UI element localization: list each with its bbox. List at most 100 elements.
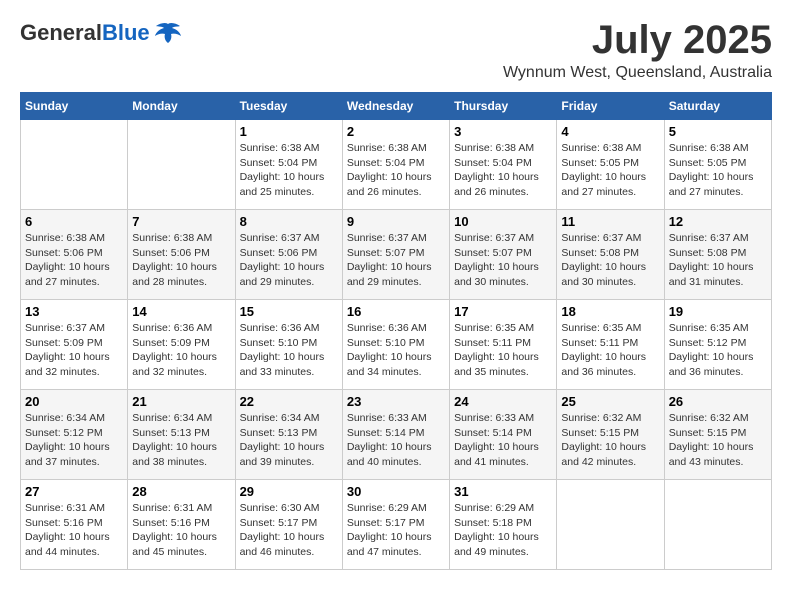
calendar-day-cell: 9 Sunrise: 6:37 AM Sunset: 5:07 PM Daylig… — [342, 210, 449, 300]
day-info: Sunrise: 6:32 AM Sunset: 5:15 PM Dayligh… — [561, 411, 659, 470]
calendar-day-cell: 21 Sunrise: 6:34 AM Sunset: 5:13 PM Dayli… — [128, 390, 235, 480]
calendar-day-cell: 17 Sunrise: 6:35 AM Sunset: 5:11 PM Dayli… — [450, 300, 557, 390]
day-info: Sunrise: 6:33 AM Sunset: 5:14 PM Dayligh… — [347, 411, 445, 470]
day-info: Sunrise: 6:29 AM Sunset: 5:17 PM Dayligh… — [347, 501, 445, 560]
day-info: Sunrise: 6:32 AM Sunset: 5:15 PM Dayligh… — [669, 411, 767, 470]
day-number: 15 — [240, 304, 338, 319]
calendar-day-cell — [128, 120, 235, 210]
day-number: 24 — [454, 394, 552, 409]
day-number: 26 — [669, 394, 767, 409]
day-number: 20 — [25, 394, 123, 409]
day-number: 10 — [454, 214, 552, 229]
calendar-day-cell: 16 Sunrise: 6:36 AM Sunset: 5:10 PM Dayli… — [342, 300, 449, 390]
day-number: 23 — [347, 394, 445, 409]
calendar-weekday-header: Tuesday — [235, 93, 342, 120]
day-number: 30 — [347, 484, 445, 499]
calendar-day-cell: 5 Sunrise: 6:38 AM Sunset: 5:05 PM Daylig… — [664, 120, 771, 210]
day-number: 29 — [240, 484, 338, 499]
calendar-day-cell: 3 Sunrise: 6:38 AM Sunset: 5:04 PM Daylig… — [450, 120, 557, 210]
day-number: 27 — [25, 484, 123, 499]
calendar-day-cell: 29 Sunrise: 6:30 AM Sunset: 5:17 PM Dayli… — [235, 480, 342, 570]
day-info: Sunrise: 6:37 AM Sunset: 5:08 PM Dayligh… — [561, 231, 659, 290]
day-info: Sunrise: 6:34 AM Sunset: 5:13 PM Dayligh… — [132, 411, 230, 470]
logo: GeneralBlue — [20, 20, 182, 46]
calendar-day-cell: 14 Sunrise: 6:36 AM Sunset: 5:09 PM Dayli… — [128, 300, 235, 390]
day-number: 28 — [132, 484, 230, 499]
day-info: Sunrise: 6:35 AM Sunset: 5:11 PM Dayligh… — [454, 321, 552, 380]
calendar-week-row: 13Sunrise: 6:37 AM Sunset: 5:09 PM Dayli… — [21, 300, 772, 390]
calendar-day-cell: 15 Sunrise: 6:36 AM Sunset: 5:10 PM Dayli… — [235, 300, 342, 390]
calendar-day-cell: 31 Sunrise: 6:29 AM Sunset: 5:18 PM Dayli… — [450, 480, 557, 570]
calendar-weekday-header: Friday — [557, 93, 664, 120]
day-info: Sunrise: 6:38 AM Sunset: 5:04 PM Dayligh… — [347, 141, 445, 200]
calendar-week-row: 6Sunrise: 6:38 AM Sunset: 5:06 PM Daylig… — [21, 210, 772, 300]
day-info: Sunrise: 6:38 AM Sunset: 5:06 PM Dayligh… — [25, 231, 123, 290]
day-info: Sunrise: 6:29 AM Sunset: 5:18 PM Dayligh… — [454, 501, 552, 560]
day-info: Sunrise: 6:38 AM Sunset: 5:05 PM Dayligh… — [561, 141, 659, 200]
day-info: Sunrise: 6:37 AM Sunset: 5:07 PM Dayligh… — [347, 231, 445, 290]
calendar-day-cell: 10Sunrise: 6:37 AM Sunset: 5:07 PM Dayli… — [450, 210, 557, 300]
month-year-title: July 2025 — [503, 20, 772, 60]
day-number: 25 — [561, 394, 659, 409]
day-number: 16 — [347, 304, 445, 319]
day-number: 14 — [132, 304, 230, 319]
day-info: Sunrise: 6:33 AM Sunset: 5:14 PM Dayligh… — [454, 411, 552, 470]
calendar-day-cell: 2 Sunrise: 6:38 AM Sunset: 5:04 PM Daylig… — [342, 120, 449, 210]
day-info: Sunrise: 6:31 AM Sunset: 5:16 PM Dayligh… — [132, 501, 230, 560]
day-info: Sunrise: 6:38 AM Sunset: 5:05 PM Dayligh… — [669, 141, 767, 200]
day-number: 1 — [240, 124, 338, 139]
logo-blue: Blue — [102, 20, 150, 45]
title-block: July 2025 Wynnum West, Queensland, Austr… — [503, 20, 772, 82]
day-info: Sunrise: 6:38 AM Sunset: 5:06 PM Dayligh… — [132, 231, 230, 290]
day-number: 21 — [132, 394, 230, 409]
page-header: GeneralBlue July 2025 Wynnum West, Queen… — [20, 20, 772, 82]
day-number: 8 — [240, 214, 338, 229]
calendar-weekday-header: Wednesday — [342, 93, 449, 120]
day-info: Sunrise: 6:38 AM Sunset: 5:04 PM Dayligh… — [240, 141, 338, 200]
calendar-day-cell: 19Sunrise: 6:35 AM Sunset: 5:12 PM Dayli… — [664, 300, 771, 390]
day-info: Sunrise: 6:35 AM Sunset: 5:12 PM Dayligh… — [669, 321, 767, 380]
calendar-week-row: 27 Sunrise: 6:31 AM Sunset: 5:16 PM Dayli… — [21, 480, 772, 570]
calendar-day-cell: 7Sunrise: 6:38 AM Sunset: 5:06 PM Daylig… — [128, 210, 235, 300]
calendar-weekday-header: Saturday — [664, 93, 771, 120]
day-info: Sunrise: 6:36 AM Sunset: 5:09 PM Dayligh… — [132, 321, 230, 380]
day-number: 31 — [454, 484, 552, 499]
day-info: Sunrise: 6:30 AM Sunset: 5:17 PM Dayligh… — [240, 501, 338, 560]
calendar-day-cell: 12Sunrise: 6:37 AM Sunset: 5:08 PM Dayli… — [664, 210, 771, 300]
calendar-day-cell — [664, 480, 771, 570]
calendar-day-cell: 22 Sunrise: 6:34 AM Sunset: 5:13 PM Dayli… — [235, 390, 342, 480]
calendar-day-cell: 27 Sunrise: 6:31 AM Sunset: 5:16 PM Dayli… — [21, 480, 128, 570]
calendar-day-cell: 30 Sunrise: 6:29 AM Sunset: 5:17 PM Dayli… — [342, 480, 449, 570]
day-number: 22 — [240, 394, 338, 409]
day-number: 9 — [347, 214, 445, 229]
day-info: Sunrise: 6:34 AM Sunset: 5:13 PM Dayligh… — [240, 411, 338, 470]
day-info: Sunrise: 6:31 AM Sunset: 5:16 PM Dayligh… — [25, 501, 123, 560]
day-number: 18 — [561, 304, 659, 319]
day-number: 2 — [347, 124, 445, 139]
calendar-weekday-header: Thursday — [450, 93, 557, 120]
location-subtitle: Wynnum West, Queensland, Australia — [503, 64, 772, 82]
calendar-day-cell: 8Sunrise: 6:37 AM Sunset: 5:06 PM Daylig… — [235, 210, 342, 300]
calendar-day-cell: 6Sunrise: 6:38 AM Sunset: 5:06 PM Daylig… — [21, 210, 128, 300]
day-number: 13 — [25, 304, 123, 319]
calendar-day-cell: 11Sunrise: 6:37 AM Sunset: 5:08 PM Dayli… — [557, 210, 664, 300]
calendar-header-row: SundayMondayTuesdayWednesdayThursdayFrid… — [21, 93, 772, 120]
calendar-day-cell — [557, 480, 664, 570]
calendar-day-cell: 18Sunrise: 6:35 AM Sunset: 5:11 PM Dayli… — [557, 300, 664, 390]
day-info: Sunrise: 6:37 AM Sunset: 5:08 PM Dayligh… — [669, 231, 767, 290]
day-info: Sunrise: 6:34 AM Sunset: 5:12 PM Dayligh… — [25, 411, 123, 470]
day-info: Sunrise: 6:36 AM Sunset: 5:10 PM Dayligh… — [347, 321, 445, 380]
calendar-day-cell: 24 Sunrise: 6:33 AM Sunset: 5:14 PM Dayli… — [450, 390, 557, 480]
day-info: Sunrise: 6:38 AM Sunset: 5:04 PM Dayligh… — [454, 141, 552, 200]
day-number: 4 — [561, 124, 659, 139]
calendar-table: SundayMondayTuesdayWednesdayThursdayFrid… — [20, 92, 772, 570]
day-number: 17 — [454, 304, 552, 319]
day-number: 3 — [454, 124, 552, 139]
day-info: Sunrise: 6:36 AM Sunset: 5:10 PM Dayligh… — [240, 321, 338, 380]
calendar-week-row: 1 Sunrise: 6:38 AM Sunset: 5:04 PM Daylig… — [21, 120, 772, 210]
logo-general: General — [20, 20, 102, 45]
calendar-day-cell — [21, 120, 128, 210]
day-number: 5 — [669, 124, 767, 139]
calendar-day-cell: 23 Sunrise: 6:33 AM Sunset: 5:14 PM Dayli… — [342, 390, 449, 480]
calendar-day-cell: 13Sunrise: 6:37 AM Sunset: 5:09 PM Dayli… — [21, 300, 128, 390]
